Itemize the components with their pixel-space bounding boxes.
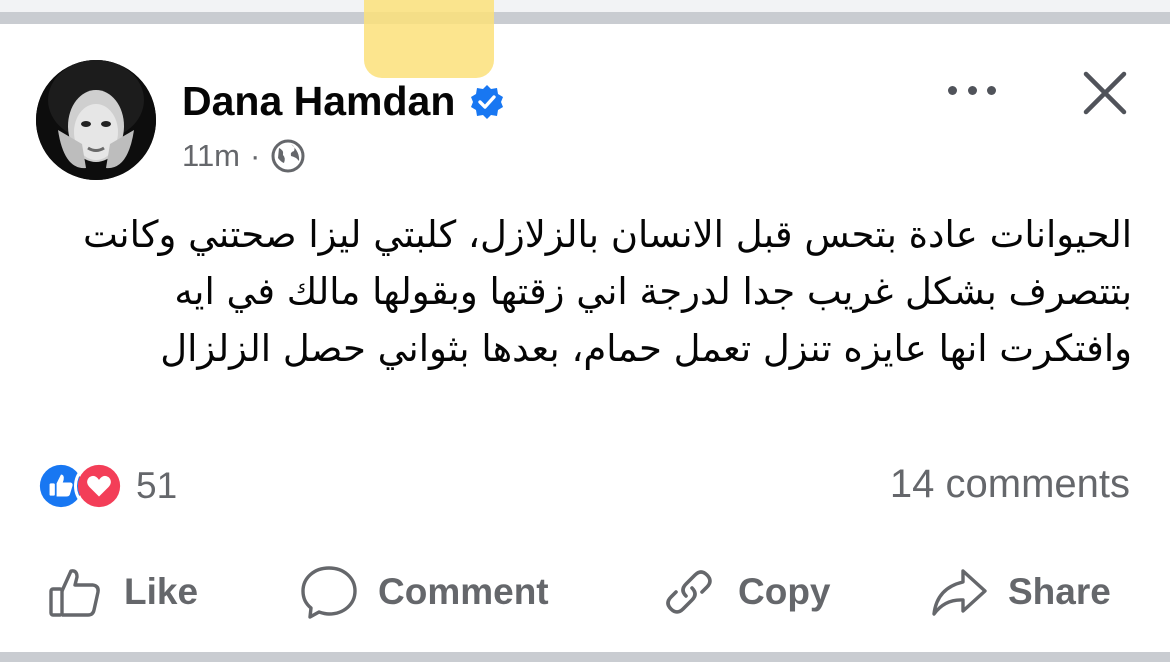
link-icon xyxy=(666,570,712,614)
highlight-mark xyxy=(364,0,494,78)
verified-badge-icon xyxy=(471,84,504,119)
comment-button[interactable]: Comment xyxy=(300,552,549,632)
love-reaction-icon xyxy=(74,461,124,511)
close-icon[interactable] xyxy=(1078,66,1132,120)
reactions-count: 51 xyxy=(136,465,178,506)
meta-separator: · xyxy=(250,138,261,173)
share-button[interactable]: Share xyxy=(930,552,1111,632)
globe-icon[interactable] xyxy=(270,138,306,174)
post-text: الحيوانات عادة بتحس قبل الانسان بالزلازل… xyxy=(82,213,1132,370)
avatar[interactable] xyxy=(36,60,156,180)
author-name[interactable]: Dana Hamdan xyxy=(182,78,455,125)
more-dot xyxy=(987,85,996,95)
like-icon xyxy=(49,569,100,617)
share-label: Share xyxy=(1008,571,1111,612)
reactions-summary[interactable]: 51 xyxy=(36,460,177,512)
post-time[interactable]: 11m xyxy=(182,138,240,174)
comment-label: Comment xyxy=(378,571,549,612)
post-card: Dana Hamdan 11m · الحيوانات عادة بتحس قب… xyxy=(0,0,1170,662)
comment-icon xyxy=(301,566,357,619)
more-options-icon[interactable] xyxy=(944,72,1000,108)
top-divider xyxy=(0,0,1170,24)
comments-count[interactable]: 14 comments xyxy=(890,462,1130,507)
share-icon xyxy=(932,569,987,616)
more-dot xyxy=(948,85,957,95)
post-meta: 11m · xyxy=(182,138,306,174)
copy-button[interactable]: Copy xyxy=(660,552,831,632)
more-dot xyxy=(967,85,977,95)
action-bar: Like Comment Copy Share xyxy=(0,552,1170,632)
bottom-divider xyxy=(0,652,1170,662)
author-row: Dana Hamdan xyxy=(182,78,505,125)
like-button[interactable]: Like xyxy=(46,552,198,632)
like-label: Like xyxy=(124,571,199,612)
copy-label: Copy xyxy=(738,571,831,612)
